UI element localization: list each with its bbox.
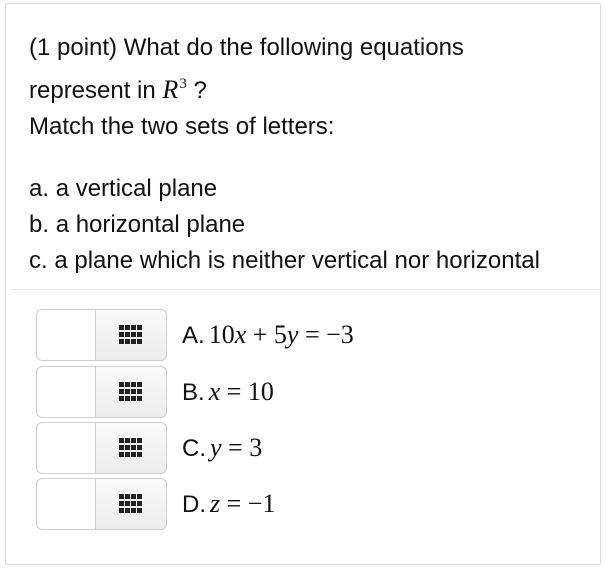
equation-label-d: D. z = −1 xyxy=(182,486,275,523)
question-block: (1 point) What do the following equation… xyxy=(29,30,599,279)
select-button-c[interactable] xyxy=(95,422,167,474)
equation-text: z = −1 xyxy=(210,489,276,518)
equation-row-c: C. y = 3 xyxy=(36,422,596,474)
answer-input-a[interactable] xyxy=(36,309,96,361)
match-prompt: Match the two sets of letters: xyxy=(29,113,335,140)
equation-text: 10x + 5y = −3 xyxy=(208,320,354,349)
answer-input-c[interactable] xyxy=(36,422,96,474)
option-letter: b. xyxy=(29,211,50,238)
equation-text: x = 10 xyxy=(208,377,274,406)
equation-text: y = 3 xyxy=(210,433,263,462)
option-letter: c. xyxy=(29,247,48,274)
problem-card: (1 point) What do the following equation… xyxy=(5,3,601,565)
question-line-2-suffix: ? xyxy=(186,77,207,104)
question-line-2-prefix: represent in xyxy=(29,77,156,104)
equation-row-b: B. x = 10 xyxy=(36,366,596,418)
option-b: b. a horizontal plane xyxy=(29,207,599,243)
equation-label-a: A. 10x + 5y = −3 xyxy=(182,317,354,354)
space-symbol: R3 xyxy=(162,75,186,104)
grid-icon xyxy=(119,494,143,514)
question-line-1: (1 point) What do the following equation… xyxy=(29,34,464,61)
option-text: a vertical plane xyxy=(55,175,218,202)
option-letter: a. xyxy=(29,175,50,202)
grid-icon xyxy=(119,382,143,402)
select-button-a[interactable] xyxy=(95,309,167,361)
option-c: c. a plane which is neither vertical nor… xyxy=(29,243,599,279)
grid-icon xyxy=(119,438,143,458)
equation-letter: C. xyxy=(182,435,206,462)
equation-letter: B. xyxy=(182,379,205,406)
answer-input-b[interactable] xyxy=(36,366,96,418)
equation-row-a: A. 10x + 5y = −3 xyxy=(36,309,596,361)
select-button-d[interactable] xyxy=(95,478,167,530)
equation-row-d: D. z = −1 xyxy=(36,478,596,530)
space-exponent: 3 xyxy=(179,76,187,92)
option-a: a. a vertical plane xyxy=(29,171,599,207)
equation-label-c: C. y = 3 xyxy=(182,430,262,467)
answer-input-d[interactable] xyxy=(36,478,96,530)
select-button-b[interactable] xyxy=(95,366,167,418)
space-symbol-letter: R xyxy=(162,75,179,104)
option-text: a plane which is neither vertical nor ho… xyxy=(54,247,540,274)
equation-label-b: B. x = 10 xyxy=(182,374,274,411)
equation-letter: A. xyxy=(182,322,205,349)
grid-icon xyxy=(119,325,143,345)
question-line-2: represent in R3 ? xyxy=(29,66,599,109)
section-divider xyxy=(12,289,600,290)
equation-letter: D. xyxy=(182,491,206,518)
option-text: a horizontal plane xyxy=(55,211,246,238)
